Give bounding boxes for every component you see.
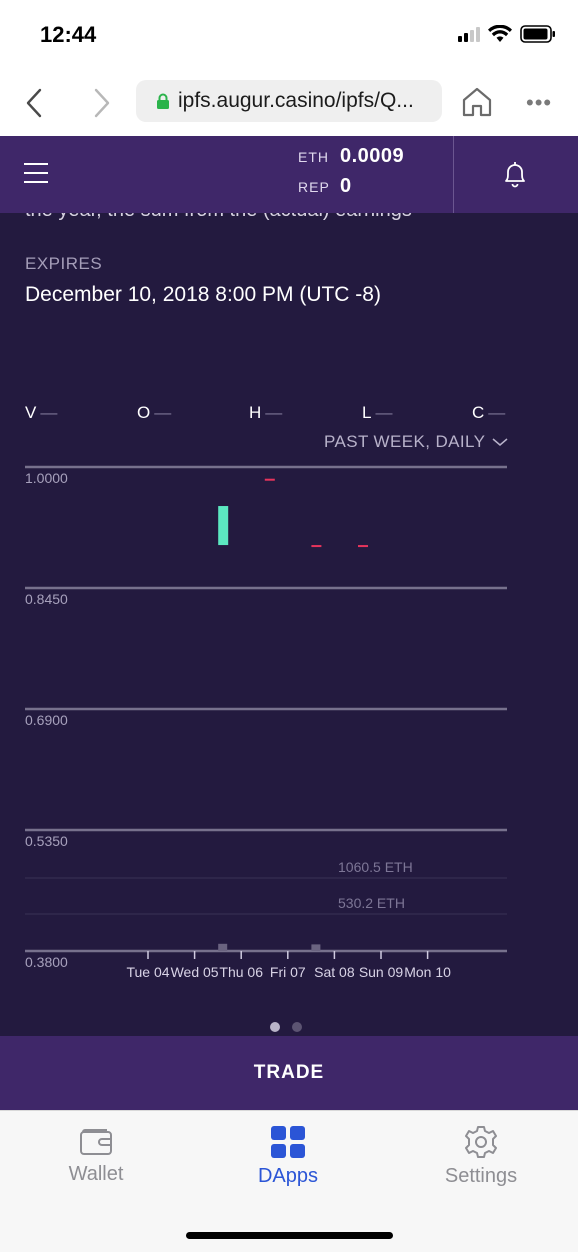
status-time: 12:44 <box>40 22 97 47</box>
status-bar: 12:44 <box>0 0 578 70</box>
wifi-icon <box>488 25 512 42</box>
status-icons <box>458 25 556 43</box>
volume-bar <box>311 944 321 951</box>
gear-icon <box>465 1126 497 1158</box>
url-bar[interactable]: ipfs.augur.casino/ipfs/Q... <box>136 80 442 122</box>
eth-balance: 0.0009 <box>340 145 405 167</box>
hamburger-menu-icon[interactable] <box>24 163 50 185</box>
market-content: the year, the sum from the (actual) earn… <box>0 213 578 1036</box>
x-tick-label: Tue 04 <box>126 964 169 980</box>
url-text: ipfs.augur.casino/ipfs/Q... <box>178 89 414 112</box>
candlestick <box>218 506 229 546</box>
header-divider <box>453 136 454 213</box>
trade-button[interactable]: TRADE <box>0 1036 578 1110</box>
more-options-icon[interactable]: ••• <box>526 90 552 116</box>
grid-icon <box>271 1126 305 1158</box>
tab-dapps-label: DApps <box>257 1165 319 1187</box>
battery-icon <box>520 25 555 43</box>
page-dot-active[interactable] <box>270 1022 280 1032</box>
x-tick-label: Sat 08 <box>314 964 355 980</box>
tab-dapps[interactable]: DApps <box>213 1125 363 1188</box>
forward-arrow-icon[interactable] <box>86 86 116 120</box>
x-tick-label: Thu 06 <box>219 964 263 980</box>
x-tick-label: Wed 05 <box>171 964 219 980</box>
wallet-icon <box>80 1129 112 1155</box>
tab-wallet[interactable]: Wallet <box>21 1125 171 1186</box>
home-indicator <box>186 1232 393 1239</box>
tab-settings[interactable]: Settings <box>406 1125 556 1188</box>
y-tick-label: 0.3800 <box>25 954 68 970</box>
tab-settings-label: Settings <box>444 1165 518 1187</box>
lock-icon <box>157 93 169 109</box>
y-tick-label: 0.5350 <box>25 833 68 849</box>
y-tick-label: 1.0000 <box>25 470 68 486</box>
y-tick-label: 0.8450 <box>25 591 68 607</box>
back-arrow-icon[interactable] <box>20 86 50 120</box>
page-indicator <box>270 1022 302 1032</box>
account-balance: ETH 0.0009 REP 0 <box>298 145 404 205</box>
volume-tick-label: 530.2 ETH <box>338 895 405 911</box>
x-tick-label: Sun 09 <box>359 964 404 980</box>
y-tick-label: 0.6900 <box>25 712 68 728</box>
price-chart[interactable]: 1.0000 0.8450 0.6900 0.5350 0.3800 1060.5 ETH… <box>0 213 578 1036</box>
app-header: ETH 0.0009 REP 0 <box>0 136 578 213</box>
candlestick <box>264 478 275 481</box>
candlestick <box>311 545 322 548</box>
cellular-signal-icon <box>458 26 480 42</box>
home-icon[interactable] <box>460 86 494 118</box>
eth-label: ETH <box>298 149 329 165</box>
tab-bar: Wallet DApps Settings <box>0 1110 578 1252</box>
rep-label: REP <box>298 179 330 195</box>
tab-wallet-label: Wallet <box>68 1163 124 1185</box>
volume-tick-label: 1060.5 ETH <box>338 859 413 875</box>
notification-bell-icon[interactable] <box>500 158 530 190</box>
volume-bar <box>218 943 228 951</box>
x-tick-label: Mon 10 <box>404 964 451 980</box>
browser-bar: ipfs.augur.casino/ipfs/Q... ••• <box>0 70 578 136</box>
candlestick <box>358 545 368 548</box>
x-tick-label: Fri 07 <box>270 964 306 980</box>
page-dot[interactable] <box>292 1022 302 1032</box>
rep-balance: 0 <box>340 175 352 197</box>
